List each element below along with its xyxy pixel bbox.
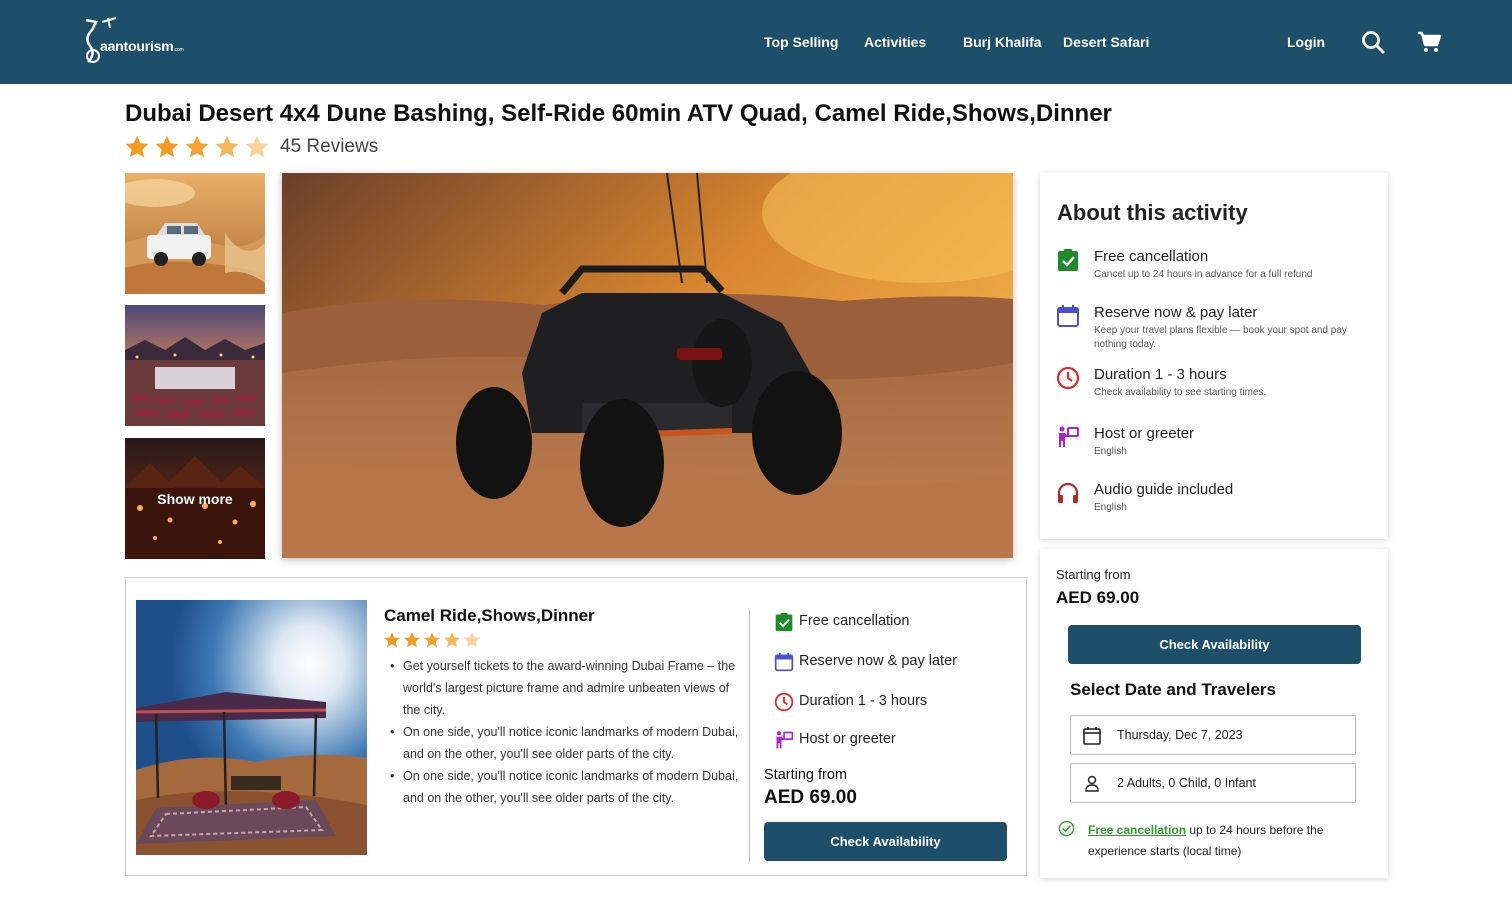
feature-subtitle: Check availability to see starting times…	[1094, 387, 1267, 398]
check-clipboard-icon	[775, 612, 793, 632]
nav-burj-khalifa[interactable]: Burj Khalifa	[963, 34, 1042, 50]
divider	[749, 610, 750, 862]
gallery-thumb-camp-sunset[interactable]	[125, 305, 265, 426]
login-link[interactable]: Login	[1287, 34, 1325, 50]
cart-icon[interactable]	[1416, 29, 1442, 55]
option-image[interactable]	[136, 600, 367, 855]
feature-title: Host or greeter	[1094, 425, 1195, 442]
option-highlights: Get yourself tickets to the award-winnin…	[384, 655, 744, 809]
free-cancellation-link[interactable]: Free cancellation	[1088, 823, 1186, 837]
option-starting-from-label: Starting from	[764, 767, 847, 783]
free-cancellation-note: Free cancellation up to 24 hours before …	[1088, 820, 1358, 862]
about-activity-card: About this activity Free cancellation Ca…	[1040, 173, 1388, 539]
feature-subtitle: English	[1094, 446, 1127, 457]
option-title: Camel Ride,Shows,Dinner	[384, 606, 595, 625]
buggy-desert-image	[282, 173, 1013, 558]
travelers-field[interactable]: 2 Adults, 0 Child, 0 Infant	[1070, 763, 1356, 803]
star-full-icon	[424, 632, 440, 648]
check-circle-icon	[1058, 820, 1075, 837]
logo-text: aantourism.com	[100, 38, 184, 54]
calendar-icon	[1057, 305, 1079, 327]
option-feature-title: Host or greeter	[799, 731, 896, 747]
price: AED 69.00	[1056, 588, 1140, 607]
option-feature-title: Reserve now & pay later	[799, 653, 957, 669]
option-check-availability-button[interactable]: Check Availability	[764, 822, 1007, 861]
list-item: Get yourself tickets to the award-winnin…	[384, 655, 744, 721]
feature-title: Duration 1 - 3 hours	[1094, 366, 1227, 383]
nav-desert-safari[interactable]: Desert Safari	[1063, 34, 1149, 50]
date-value: Thursday, Dec 7, 2023	[1117, 728, 1243, 742]
star-half-icon	[464, 632, 480, 648]
feature-subtitle: English	[1094, 502, 1127, 513]
host-icon	[1059, 426, 1079, 447]
option-rating-stars	[383, 631, 481, 649]
reviews-count[interactable]: 45 Reviews	[280, 136, 378, 158]
gallery-show-more[interactable]: Show more	[125, 438, 265, 559]
tent-desert-image	[136, 600, 367, 855]
star-full-icon	[404, 632, 420, 648]
feature-title: Reserve now & pay later	[1094, 304, 1258, 321]
starting-from-label: Starting from	[1056, 567, 1131, 582]
clock-icon	[774, 692, 794, 712]
star-half-icon	[245, 135, 269, 158]
list-item: On one side, you'll notice iconic landma…	[384, 765, 744, 809]
camp-sunset-image	[125, 305, 265, 426]
top-navigation-bar: aantourism.com Top Selling Activities Bu…	[0, 0, 1512, 84]
star-full-icon	[444, 632, 460, 648]
option-feature-title: Duration 1 - 3 hours	[799, 693, 928, 709]
travelers-value: 2 Adults, 0 Child, 0 Infant	[1117, 776, 1256, 790]
date-picker-field[interactable]: Thursday, Dec 7, 2023	[1070, 715, 1356, 755]
headphones-icon	[1057, 482, 1079, 503]
check-clipboard-icon	[1058, 249, 1078, 271]
about-title: About this activity	[1057, 200, 1248, 225]
gallery-thumb-suv-desert[interactable]	[125, 173, 265, 294]
rating-stars	[124, 134, 270, 160]
booking-card: Starting from AED 69.00 Check Availabili…	[1040, 549, 1388, 878]
select-date-title: Select Date and Travelers	[1070, 680, 1277, 699]
calendar-icon	[774, 652, 794, 672]
list-item: On one side, you'll notice iconic landma…	[384, 721, 744, 765]
star-full-icon	[155, 135, 179, 158]
feature-title: Free cancellation	[1094, 248, 1209, 265]
option-feature-title: Free cancellation	[799, 613, 910, 629]
feature-subtitle: Keep your travel plans flexible — book y…	[1094, 325, 1347, 350]
check-availability-button[interactable]: Check Availability	[1068, 625, 1361, 664]
nav-top-selling[interactable]: Top Selling	[764, 34, 838, 50]
nav-activities[interactable]: Activities	[864, 34, 926, 50]
star-full-icon	[215, 135, 239, 158]
person-icon	[1085, 775, 1099, 792]
show-more-label[interactable]: Show more	[125, 438, 265, 559]
star-full-icon	[384, 632, 400, 648]
feature-subtitle: Cancel up to 24 hours in advance for a f…	[1094, 269, 1313, 280]
calendar-icon	[1083, 727, 1101, 745]
feature-title: Audio guide included	[1094, 481, 1234, 498]
star-full-icon	[185, 135, 209, 158]
option-price: AED 69.00	[764, 787, 857, 808]
star-full-icon	[125, 135, 149, 158]
host-icon	[776, 731, 794, 749]
hero-image[interactable]	[282, 173, 1013, 558]
tour-option-card: Camel Ride,Shows,Dinner Get yourself tic…	[125, 577, 1027, 876]
clock-icon	[1056, 366, 1080, 390]
suv-desert-image	[125, 173, 265, 294]
search-icon[interactable]	[1360, 29, 1386, 55]
page-title: Dubai Desert 4x4 Dune Bashing, Self-Ride…	[125, 100, 1112, 127]
